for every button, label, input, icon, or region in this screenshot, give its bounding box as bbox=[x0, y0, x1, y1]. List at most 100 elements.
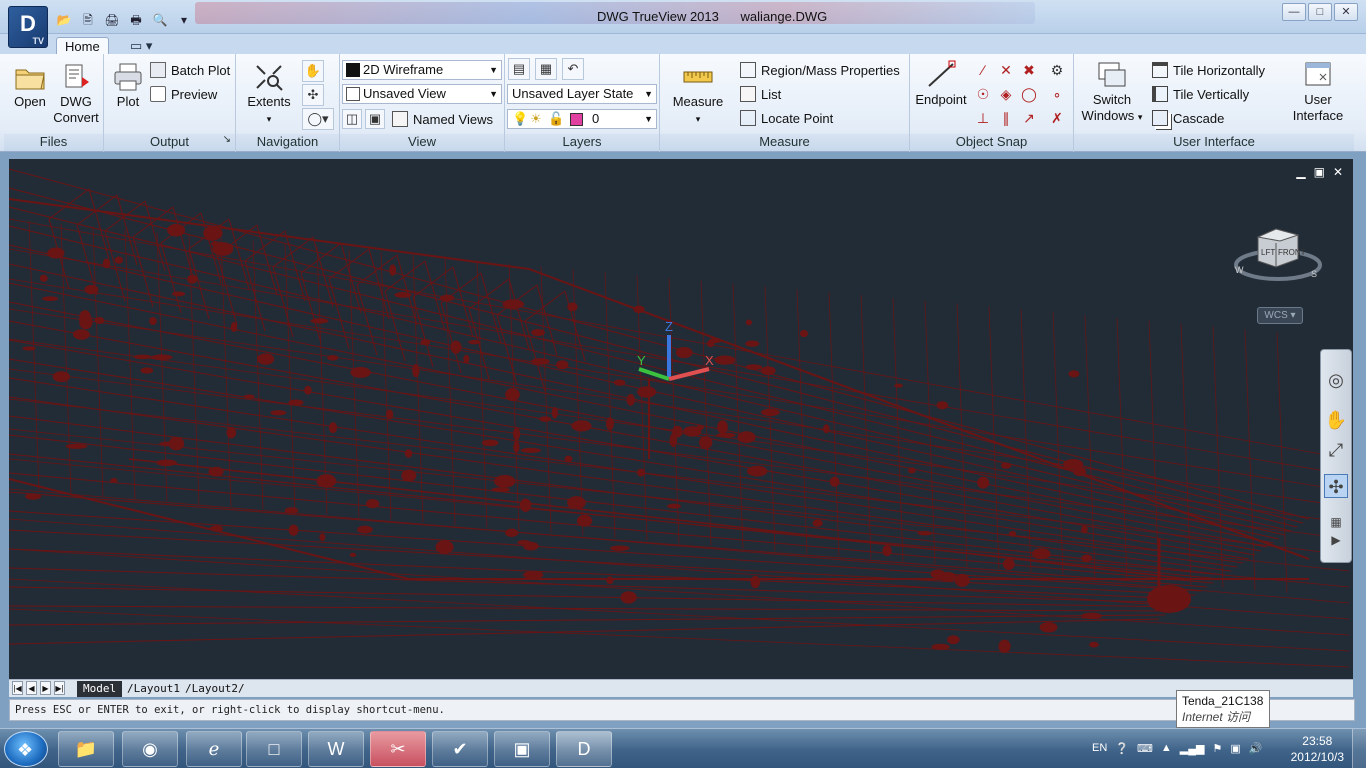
dwg-convert-button[interactable]: DWG Convert bbox=[50, 62, 102, 126]
internet-explorer-taskbar-icon[interactable]: ℯ bbox=[186, 731, 242, 767]
visual-style-dropdown[interactable]: 2D Wireframe ▼ bbox=[342, 60, 502, 80]
perpendicular-snap-icon[interactable]: ⊥ bbox=[972, 107, 994, 129]
show-hidden-icons-icon[interactable]: ▲ bbox=[1161, 742, 1172, 754]
tile-vertically-icon bbox=[1152, 86, 1168, 102]
node-snap-icon[interactable]: ∘ bbox=[1046, 83, 1068, 105]
user-interface-button[interactable]: User Interface bbox=[1288, 60, 1348, 124]
device-icon[interactable]: ▣ bbox=[1230, 742, 1240, 755]
nearest-snap-icon[interactable]: ↗ bbox=[1018, 107, 1040, 129]
security-taskbar-icon[interactable]: ✔ bbox=[432, 731, 488, 767]
drawing-canvas[interactable]: Z Y X ▁ ▣ ✕ LFT FRONT W S WCS ▾ ◎ ✋ ⤢ ✣ … bbox=[9, 159, 1353, 679]
viewcube[interactable]: LFT FRONT W S bbox=[1233, 217, 1323, 287]
help-icon[interactable]: ❔ bbox=[1115, 742, 1129, 755]
layer-match-icon[interactable]: ▦ bbox=[535, 58, 557, 80]
tile-horizontally-button[interactable]: Tile Horizontally bbox=[1152, 62, 1265, 78]
previous-layout-icon[interactable]: ◀ bbox=[26, 681, 37, 695]
explorer-taskbar-icon[interactable]: 📁 bbox=[58, 731, 114, 767]
saved-view-dropdown[interactable]: Unsaved View ▼ bbox=[342, 84, 502, 104]
endpoint-snap-button[interactable]: Endpoint bbox=[912, 60, 970, 108]
cascade-button[interactable]: Cascade bbox=[1152, 110, 1224, 126]
center-snap-icon[interactable]: ☉ bbox=[972, 83, 994, 105]
orbit-icon[interactable]: ✣ bbox=[302, 84, 324, 106]
dwg-trueview-taskbar-icon[interactable]: D bbox=[556, 731, 612, 767]
window-title: DWG TrueView 2013 waliange.DWG bbox=[597, 9, 827, 24]
layer-previous-icon[interactable]: ↶ bbox=[562, 58, 584, 80]
doc-restore-button[interactable]: ▣ bbox=[1314, 165, 1325, 179]
open-icon[interactable]: 📂 bbox=[54, 11, 74, 29]
wcs-menu-button[interactable]: WCS ▾ bbox=[1257, 307, 1303, 324]
snap-settings-icon[interactable]: ⚙ bbox=[1046, 59, 1068, 81]
preview-button[interactable]: Preview bbox=[150, 86, 217, 102]
box-icon[interactable]: ▣ bbox=[365, 109, 385, 129]
orbit-nav-icon[interactable]: ✣ bbox=[1324, 474, 1348, 498]
close-button[interactable]: ✕ bbox=[1334, 3, 1358, 21]
zoom-extents-nav-icon[interactable]: ⤢ bbox=[1324, 438, 1348, 462]
command-line[interactable]: Press ESC or ENTER to exit, or right-cli… bbox=[9, 699, 1355, 721]
quadrant-snap-icon[interactable]: ◈ bbox=[995, 83, 1017, 105]
output-panel-title: Output ↘ bbox=[104, 134, 235, 151]
ime-icon[interactable]: ⌨ bbox=[1137, 742, 1153, 755]
switch-windows-button[interactable]: Switch Windows ▾ bbox=[1080, 60, 1144, 125]
start-button[interactable]: ❖ bbox=[4, 731, 48, 767]
layer-properties-icon[interactable]: ▤ bbox=[508, 58, 530, 80]
doc-close-button[interactable]: ✕ bbox=[1333, 165, 1343, 179]
show-desktop-button[interactable] bbox=[1352, 729, 1366, 768]
play-icon[interactable]: ▶ bbox=[1324, 528, 1348, 552]
pan-icon[interactable]: ✋ bbox=[302, 60, 324, 82]
tab-model[interactable]: Model bbox=[77, 681, 123, 697]
tab-layout1[interactable]: /Layout1 bbox=[121, 681, 186, 697]
region-mass-properties-button[interactable]: Region/Mass Properties bbox=[740, 62, 900, 78]
snipping-tool-taskbar-icon[interactable]: ✂ bbox=[370, 731, 426, 767]
tab-home[interactable]: Home bbox=[56, 37, 109, 55]
ribbon-tab-bar: Home ▭ ▾ bbox=[0, 34, 1366, 55]
open-button[interactable]: Open bbox=[10, 62, 50, 110]
last-layout-icon[interactable]: ▶| bbox=[54, 681, 65, 695]
clock[interactable]: 23:58 2012/10/3 bbox=[1291, 733, 1344, 765]
output-dialog-launcher[interactable]: ↘ bbox=[223, 134, 231, 145]
doc-minimize-button[interactable]: ▁ bbox=[1296, 165, 1305, 179]
notes-taskbar-icon[interactable]: □ bbox=[246, 731, 302, 767]
steering-wheel-icon[interactable]: ◯▾ bbox=[302, 108, 334, 130]
locate-point-button[interactable]: Locate Point bbox=[740, 110, 833, 126]
tangent-snap-icon[interactable]: ◯ bbox=[1018, 83, 1040, 105]
first-layout-icon[interactable]: |◀ bbox=[12, 681, 23, 695]
midpoint-snap-icon[interactable]: ∕ bbox=[972, 59, 994, 81]
application-menu-button[interactable]: D TV bbox=[8, 6, 48, 48]
chrome-taskbar-icon[interactable]: ◉ bbox=[122, 731, 178, 767]
viewcube-left-face: LFT bbox=[1261, 248, 1275, 257]
intersection-snap-icon[interactable]: ✕ bbox=[995, 59, 1017, 81]
tab-layout2[interactable]: /Layout2/ bbox=[179, 681, 251, 697]
next-layout-icon[interactable]: ▶ bbox=[40, 681, 51, 695]
volume-icon[interactable]: 🔊 bbox=[1249, 742, 1263, 755]
language-indicator[interactable]: EN bbox=[1092, 742, 1107, 754]
layer-state-dropdown[interactable]: Unsaved Layer State ▼ bbox=[507, 84, 657, 104]
action-center-flag-icon[interactable]: ⚑ bbox=[1212, 742, 1222, 755]
view-cube-icon[interactable]: ◫ bbox=[342, 109, 362, 129]
named-views-button[interactable]: Named Views bbox=[392, 111, 493, 127]
compass-south-label: S bbox=[1311, 269, 1317, 279]
preview-icon[interactable]: 🔍 bbox=[150, 11, 170, 29]
signal-icon[interactable]: ▂▄▆ bbox=[1180, 742, 1205, 755]
minimize-button[interactable]: — bbox=[1282, 3, 1306, 21]
word-taskbar-icon[interactable]: W bbox=[308, 731, 364, 767]
tile-vertically-button[interactable]: Tile Vertically bbox=[1152, 86, 1249, 102]
measure-button[interactable]: Measure ▾ bbox=[670, 62, 726, 127]
qat-dropdown-icon[interactable]: ▾ bbox=[174, 11, 194, 29]
parallel-snap-icon[interactable]: ∥ bbox=[995, 107, 1017, 129]
convert-icon[interactable]: 🖹 bbox=[78, 11, 98, 29]
apparent-intersection-snap-icon[interactable]: ✖ bbox=[1018, 59, 1040, 81]
batch-plot-button[interactable]: Batch Plot bbox=[150, 62, 230, 78]
layer-dropdown[interactable]: 💡 ☀ 🔓 0 ▼ bbox=[507, 109, 657, 129]
plot-button[interactable]: Plot bbox=[108, 62, 148, 110]
tab-minimize-ribbon[interactable]: ▭ ▾ bbox=[122, 37, 160, 55]
batch-plot-icon[interactable]: 🖶 bbox=[126, 11, 146, 29]
extents-button[interactable]: Extents ▾ bbox=[244, 62, 294, 127]
pan-nav-icon[interactable]: ✋ bbox=[1324, 408, 1348, 432]
layout-tab-bar: |◀ ◀ ▶ ▶| Model /Layout1 /Layout2/ bbox=[9, 679, 1353, 697]
list-button[interactable]: List bbox=[740, 86, 781, 102]
plot-icon[interactable]: 🖨 bbox=[102, 11, 122, 29]
steering-wheel-nav-icon[interactable]: ◎ bbox=[1324, 368, 1348, 392]
maximize-button[interactable]: □ bbox=[1308, 3, 1332, 21]
control-panel-taskbar-icon[interactable]: ▣ bbox=[494, 731, 550, 767]
clear-snaps-icon[interactable]: ✗ bbox=[1046, 107, 1068, 129]
